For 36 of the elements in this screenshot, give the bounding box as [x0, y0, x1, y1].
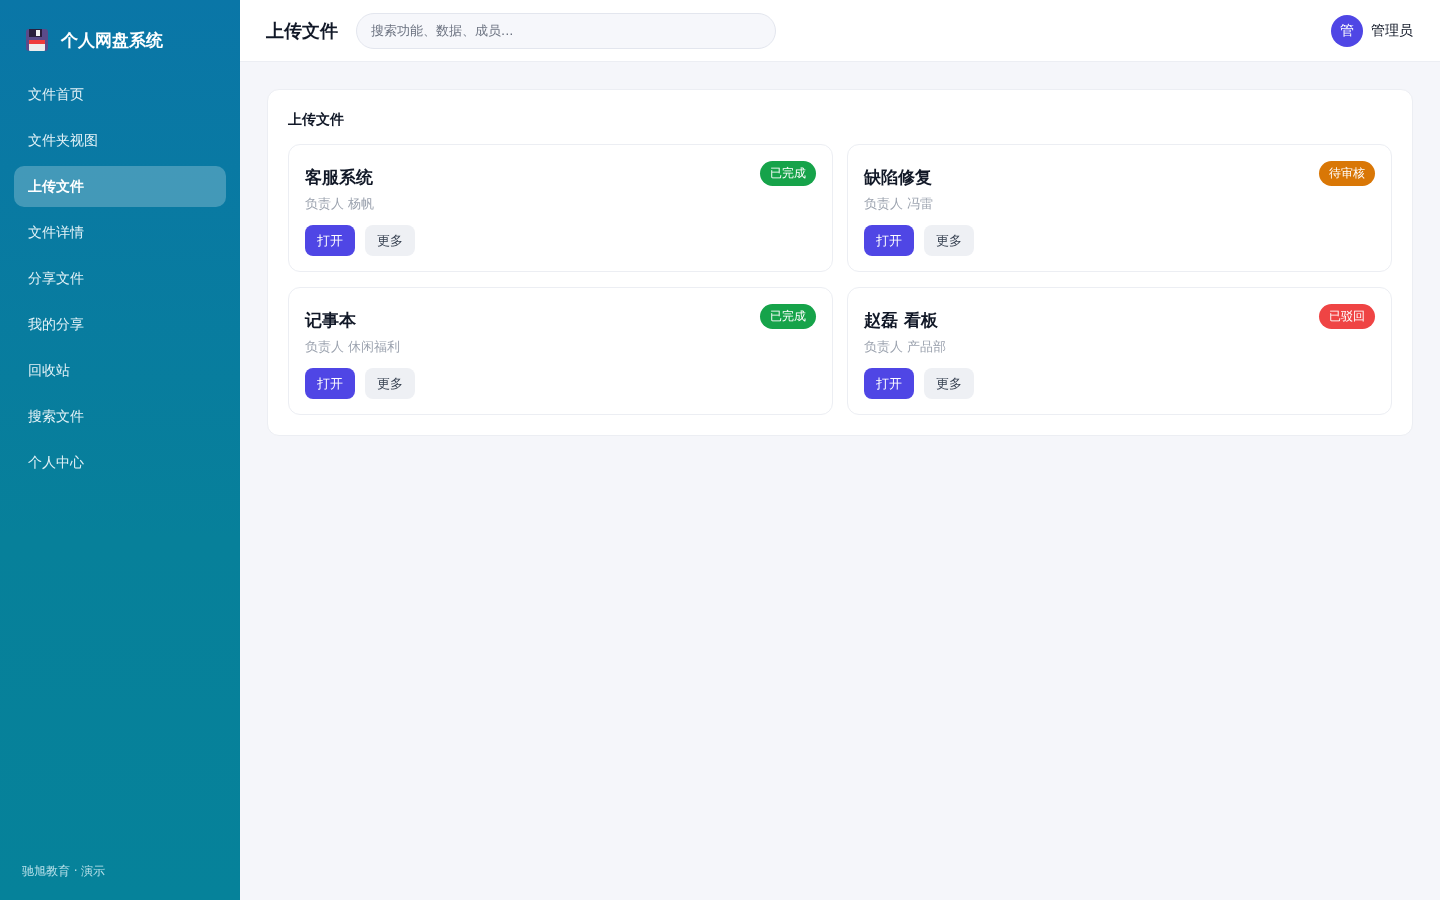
- open-button[interactable]: 打开: [864, 225, 914, 256]
- sidebar-item[interactable]: 文件详情: [14, 212, 226, 253]
- sidebar-item[interactable]: 分享文件: [14, 258, 226, 299]
- more-button[interactable]: 更多: [365, 225, 415, 256]
- more-button[interactable]: 更多: [924, 368, 974, 399]
- status-badge: 已完成: [760, 161, 816, 186]
- search-field[interactable]: 搜索功能、数据、成员...: [356, 12, 776, 49]
- status-badge: 待审核: [1319, 161, 1375, 186]
- sidebar-item[interactable]: 搜索文件: [14, 396, 226, 437]
- more-button[interactable]: 更多: [365, 368, 415, 399]
- card-owner: 负责人 休闲福利: [305, 338, 402, 356]
- card-title: 缺陷修复: [864, 166, 932, 189]
- sidebar-item[interactable]: 文件夹视图: [14, 120, 226, 161]
- sidebar-footer: 驰旭教育 · 演示: [14, 863, 226, 880]
- card-owner: 负责人 产品部: [864, 338, 948, 356]
- sidebar-item[interactable]: 回收站: [14, 350, 226, 391]
- page-title: 上传文件: [266, 18, 338, 43]
- card-title: 赵磊 看板: [864, 309, 938, 332]
- more-button[interactable]: 更多: [924, 225, 974, 256]
- sidebar-item[interactable]: 上传文件: [14, 166, 226, 207]
- sidebar-item[interactable]: 我的分享: [14, 304, 226, 345]
- brand-title: 个人网盘系统: [61, 29, 163, 52]
- card-title: 记事本: [305, 309, 356, 332]
- status-badge: 已完成: [760, 304, 816, 329]
- open-button[interactable]: 打开: [305, 225, 355, 256]
- card-owner: 负责人 杨帆: [305, 195, 376, 213]
- panel-title: 上传文件: [288, 110, 345, 129]
- sidebar-item[interactable]: 个人中心: [14, 442, 226, 483]
- sidebar-item[interactable]: 文件首页: [14, 74, 226, 115]
- open-button[interactable]: 打开: [305, 368, 355, 399]
- card-title: 客服系统: [305, 166, 373, 189]
- card-owner: 负责人 冯雷: [864, 195, 935, 213]
- status-badge: 已驳回: [1319, 304, 1375, 329]
- user-name: 管理员: [1371, 21, 1413, 40]
- open-button[interactable]: 打开: [864, 368, 914, 399]
- user-avatar[interactable]: 管: [1331, 14, 1363, 47]
